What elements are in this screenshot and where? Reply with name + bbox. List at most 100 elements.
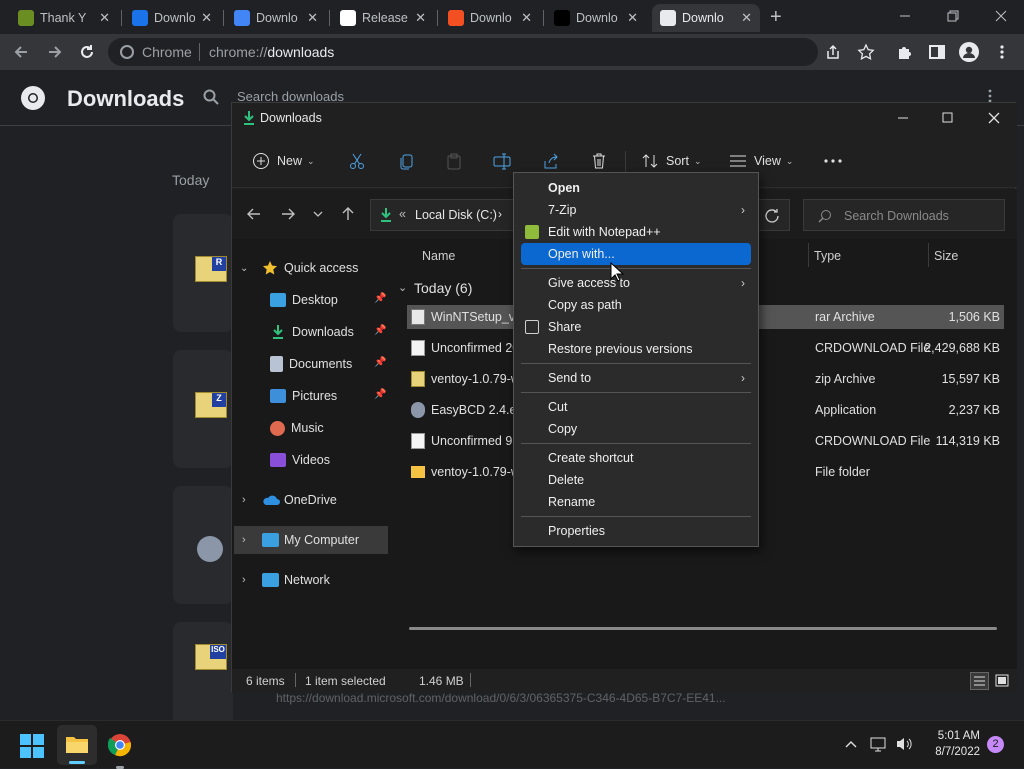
new-tab-button[interactable]: + bbox=[770, 6, 786, 28]
extensions-puzzle-icon[interactable] bbox=[896, 43, 914, 61]
horizontal-scrollbar[interactable] bbox=[409, 627, 997, 630]
menu-item-create-shortcut[interactable]: Create shortcut bbox=[521, 447, 751, 469]
column-header-size[interactable]: Size bbox=[934, 249, 958, 263]
new-button[interactable]: New ⌄ bbox=[252, 149, 315, 173]
back-arrow-icon[interactable] bbox=[246, 206, 262, 222]
browser-tab[interactable]: Thank Y ✕ bbox=[10, 4, 118, 32]
details-view-button[interactable] bbox=[970, 672, 989, 690]
tab-close-icon[interactable]: ✕ bbox=[99, 10, 110, 26]
nav-item-desktop[interactable]: Desktop 📌 bbox=[232, 286, 390, 314]
nav-quick-access[interactable]: ⌄ Quick access bbox=[232, 254, 390, 282]
menu-item-properties[interactable]: Properties bbox=[521, 520, 751, 542]
reload-icon[interactable] bbox=[78, 43, 96, 61]
clock-date[interactable]: 8/7/2022 bbox=[922, 746, 980, 758]
breadcrumb-bar[interactable]: « Local Disk (C:) › bbox=[370, 199, 515, 231]
close-browser-button[interactable] bbox=[993, 8, 1009, 24]
profile-avatar-icon[interactable] bbox=[959, 42, 979, 62]
share-page-icon[interactable] bbox=[824, 43, 842, 61]
view-button[interactable]: View ⌄ bbox=[729, 149, 793, 173]
bookmark-star-icon[interactable] bbox=[857, 43, 875, 61]
browser-tab[interactable]: Release ✕ bbox=[332, 4, 434, 32]
side-panel-icon[interactable] bbox=[928, 43, 946, 61]
menu-item-share[interactable]: Share bbox=[521, 316, 751, 338]
clock-time[interactable]: 5:01 AM bbox=[928, 730, 980, 742]
group-chevron-icon[interactable]: ⌄ bbox=[398, 281, 407, 294]
recent-locations-icon[interactable] bbox=[312, 208, 324, 220]
nav-item-downloads[interactable]: Downloads 📌 bbox=[232, 318, 390, 346]
download-card[interactable] bbox=[173, 486, 233, 604]
menu-item-restore-previous-versions[interactable]: Restore previous versions bbox=[521, 338, 751, 360]
file-explorer-taskbar-button[interactable] bbox=[57, 725, 97, 765]
column-divider[interactable] bbox=[808, 243, 809, 267]
tab-close-icon[interactable]: ✕ bbox=[741, 10, 752, 26]
menu-item-delete[interactable]: Delete bbox=[521, 469, 751, 491]
group-header-today[interactable]: Today (6) bbox=[414, 280, 472, 296]
menu-item-give-access-to[interactable]: Give access to › bbox=[521, 272, 751, 294]
menu-item-cut[interactable]: Cut bbox=[521, 396, 751, 418]
copy-button[interactable] bbox=[398, 149, 416, 173]
more-options-button[interactable] bbox=[823, 149, 843, 173]
nav-item-videos[interactable]: Videos bbox=[232, 446, 390, 474]
nav-my-computer[interactable]: › My Computer bbox=[234, 526, 388, 554]
paste-button[interactable] bbox=[445, 149, 463, 173]
downloads-more-icon[interactable] bbox=[986, 89, 994, 103]
back-icon[interactable] bbox=[12, 43, 30, 61]
close-window-button[interactable] bbox=[987, 111, 1001, 125]
menu-item-7-zip[interactable]: 7-Zip › bbox=[521, 199, 751, 221]
menu-item-open[interactable]: Open bbox=[521, 177, 751, 199]
browser-tab[interactable]: Downlo ✕ bbox=[546, 4, 646, 32]
sort-button[interactable]: Sort ⌄ bbox=[641, 149, 701, 173]
up-arrow-icon[interactable] bbox=[340, 206, 356, 222]
show-hidden-icons-icon[interactable] bbox=[845, 738, 857, 750]
breadcrumb-local-disk[interactable]: Local Disk (C:) bbox=[415, 208, 497, 222]
download-card[interactable]: Z bbox=[173, 350, 233, 468]
browser-tab[interactable]: Downlo ✕ bbox=[440, 4, 540, 32]
explorer-search-input[interactable]: Search Downloads bbox=[803, 199, 1005, 231]
menu-item-open-with[interactable]: Open with... bbox=[521, 243, 751, 265]
nav-onedrive[interactable]: › OneDrive bbox=[232, 486, 390, 514]
chrome-taskbar-icon[interactable] bbox=[107, 733, 132, 769]
browser-menu-icon[interactable] bbox=[996, 43, 1008, 61]
minimize-browser-button[interactable] bbox=[897, 8, 913, 24]
nav-item-pictures[interactable]: Pictures 📌 bbox=[232, 382, 390, 410]
forward-arrow-icon[interactable] bbox=[280, 206, 296, 222]
delete-button[interactable] bbox=[590, 149, 608, 173]
address-bar[interactable]: Chrome chrome://downloads bbox=[108, 38, 818, 66]
column-header-type[interactable]: Type bbox=[814, 249, 841, 263]
menu-item-send-to[interactable]: Send to › bbox=[521, 367, 751, 389]
menu-item-copy-as-path[interactable]: Copy as path bbox=[521, 294, 751, 316]
forward-icon[interactable] bbox=[46, 43, 64, 61]
minimize-window-button[interactable] bbox=[896, 111, 910, 125]
share-button[interactable] bbox=[542, 149, 560, 173]
network-status-icon[interactable] bbox=[870, 736, 888, 752]
tab-close-icon[interactable]: ✕ bbox=[307, 10, 318, 26]
start-windows-icon[interactable] bbox=[20, 734, 44, 758]
notification-badge[interactable]: 2 bbox=[987, 736, 1004, 753]
tiles-view-button[interactable] bbox=[993, 672, 1011, 690]
nav-item-documents[interactable]: Documents 📌 bbox=[232, 350, 390, 378]
tab-close-icon[interactable]: ✕ bbox=[415, 10, 426, 26]
breadcrumb-overflow[interactable]: « bbox=[399, 207, 406, 221]
browser-tab[interactable]: Downlo ✕ bbox=[226, 4, 326, 32]
menu-item-rename[interactable]: Rename bbox=[521, 491, 751, 513]
browser-tab[interactable]: Downlo ✕ bbox=[652, 4, 760, 32]
maximize-window-button[interactable] bbox=[941, 111, 955, 125]
tab-close-icon[interactable]: ✕ bbox=[201, 10, 212, 26]
rename-button[interactable] bbox=[493, 149, 511, 173]
browser-tab[interactable]: Downlo ✕ bbox=[124, 4, 220, 32]
tab-close-icon[interactable]: ✕ bbox=[521, 10, 532, 26]
column-header-name[interactable]: Name bbox=[422, 249, 455, 263]
cut-button[interactable] bbox=[348, 149, 366, 173]
download-url[interactable]: https://download.microsoft.com/download/… bbox=[276, 691, 726, 705]
refresh-button[interactable] bbox=[756, 199, 790, 231]
download-card[interactable]: R bbox=[173, 214, 233, 332]
menu-item-copy[interactable]: Copy bbox=[521, 418, 751, 440]
column-divider[interactable] bbox=[928, 243, 929, 267]
tab-close-icon[interactable]: ✕ bbox=[627, 10, 638, 26]
nav-item-music[interactable]: Music bbox=[232, 414, 390, 442]
menu-item-edit-with-notepad[interactable]: Edit with Notepad++ bbox=[521, 221, 751, 243]
nav-network[interactable]: › Network bbox=[232, 566, 390, 594]
explorer-title-bar[interactable]: Downloads bbox=[232, 103, 1017, 133]
restore-browser-button[interactable] bbox=[945, 8, 961, 24]
volume-icon[interactable] bbox=[895, 736, 913, 752]
